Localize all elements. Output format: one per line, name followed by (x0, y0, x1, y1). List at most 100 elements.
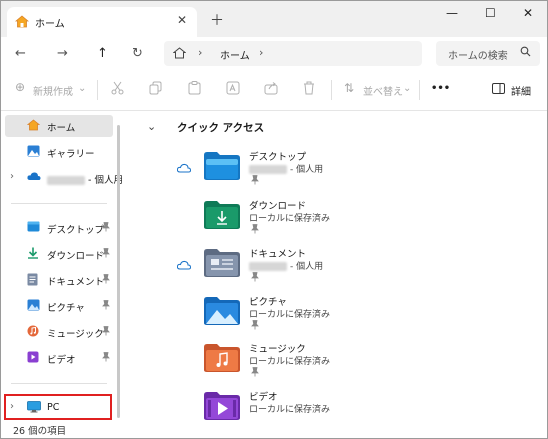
sidebar-divider (11, 203, 107, 204)
quick-access-item-desktop[interactable]: デスクトップ - 個人用 (173, 151, 473, 197)
more-options-button[interactable]: ••• (431, 83, 450, 94)
pin-icon[interactable] (102, 248, 110, 261)
paste-icon[interactable] (188, 81, 201, 98)
pin-icon (251, 320, 259, 333)
quick-access-item-pictures[interactable]: ピクチャ ローカルに保存済み (173, 296, 473, 342)
cut-icon[interactable] (111, 81, 124, 98)
pictures-icon (27, 299, 40, 314)
sidebar-item-gallery[interactable]: ギャラリー (5, 141, 113, 163)
search-input[interactable]: ホームの検索 (448, 47, 508, 62)
pin-icon[interactable] (102, 352, 110, 365)
new-button-label: 新規作成 (33, 87, 73, 98)
onedrive-cloud-icon (27, 171, 41, 184)
rename-icon[interactable] (226, 81, 240, 98)
toolbar-divider (419, 80, 420, 100)
delete-icon[interactable] (303, 81, 315, 98)
toolbar-divider (331, 80, 332, 100)
pc-highlight-box (4, 394, 112, 420)
sidebar-item-label: デスクトップ (47, 225, 105, 236)
refresh-button[interactable]: ↻ (132, 46, 143, 61)
item-location: - 個人用 (249, 259, 323, 272)
sidebar-item-label: ドキュメント (47, 277, 105, 288)
sort-icon: ⇅ (344, 81, 355, 95)
sidebar-divider (11, 383, 107, 384)
item-name: ミュージック (249, 344, 306, 355)
chevron-down-icon: ⌄ (78, 83, 87, 94)
home-icon (14, 15, 30, 31)
up-button[interactable]: ↑ (97, 46, 108, 61)
tab-label: ホーム (35, 19, 65, 30)
sidebar-item-music[interactable]: ミュージック (5, 321, 113, 343)
sidebar-item-home[interactable]: ホーム (5, 115, 113, 137)
sidebar-item-onedrive[interactable]: › - 個人用 (5, 167, 123, 189)
share-icon[interactable] (264, 81, 278, 98)
item-location: ローカルに保存済み (249, 405, 331, 415)
details-pane-icon (492, 83, 505, 97)
command-bar: ⊕ 新規作成 ⌄ ⇅ 並べ替え ⌄ ••• 詳細 (1, 70, 547, 111)
cloud-sync-icon (176, 260, 192, 273)
sidebar-item-desktop[interactable]: デスクトップ (5, 217, 113, 239)
tab-close-icon[interactable]: ✕ (177, 13, 187, 27)
quick-access-item-music[interactable]: ミュージック ローカルに保存済み (173, 343, 473, 389)
pin-icon (251, 367, 259, 380)
sidebar-item-documents[interactable]: ドキュメント (5, 269, 113, 291)
sidebar-item-downloads[interactable]: ダウンロード (5, 243, 113, 265)
home-icon (172, 47, 187, 62)
item-name: ピクチャ (249, 297, 287, 308)
quick-access-item-downloads[interactable]: ダウンロード ローカルに保存済み (173, 200, 473, 246)
video-folder-icon (203, 391, 241, 424)
navigation-bar: ← → ↑ ↻ › ホーム › ホームの検索 (1, 37, 547, 70)
sidebar-item-label: ビデオ (47, 355, 76, 366)
sort-label: 並べ替え (363, 87, 403, 98)
sidebar-item-label: ピクチャ (47, 303, 85, 314)
copy-icon[interactable] (149, 81, 162, 98)
maximize-button[interactable]: ☐ (485, 6, 496, 20)
search-box[interactable]: ホームの検索 (436, 41, 540, 66)
item-location: ローカルに保存済み (249, 214, 331, 224)
sidebar-item-pictures[interactable]: ピクチャ (5, 295, 113, 317)
chevron-right-icon[interactable]: › (10, 171, 14, 182)
pin-icon[interactable] (102, 222, 110, 235)
pin-icon[interactable] (102, 274, 110, 287)
minimize-button[interactable]: — (446, 6, 458, 20)
status-item-count: 26 個の項目 (13, 426, 67, 437)
close-window-button[interactable]: ✕ (523, 6, 533, 20)
item-name: デスクトップ (249, 152, 307, 163)
breadcrumb-home[interactable]: ホーム (220, 47, 250, 62)
music-icon (27, 325, 39, 340)
sidebar-item-label: ミュージック (47, 329, 104, 340)
navigation-pane: ホーム ギャラリー › - 個人用 デスクトップ ダウンロード ドキュメント ピ… (1, 111, 123, 423)
forward-button[interactable]: → (57, 46, 68, 61)
redacted-name (47, 176, 85, 185)
sidebar-item-videos[interactable]: ビデオ (5, 347, 113, 369)
details-label: 詳細 (511, 87, 531, 98)
title-bar: ホーム ✕ ＋ — ☐ ✕ (1, 1, 547, 37)
pin-icon[interactable] (102, 300, 110, 313)
gallery-icon (27, 145, 40, 160)
quick-access-item-documents[interactable]: ドキュメント - 個人用 (173, 248, 473, 294)
item-location: - 個人用 (249, 162, 323, 175)
new-tab-button[interactable]: ＋ (210, 10, 224, 30)
pictures-folder-icon (203, 296, 241, 329)
redacted-name (249, 262, 287, 271)
content-pane: ⌄ クイック アクセス デスクトップ - 個人用 ダウンロード ローカルに保存済… (125, 111, 547, 438)
music-folder-icon (203, 343, 241, 376)
desktop-folder-icon (27, 221, 40, 235)
chevron-right-icon[interactable]: › (259, 46, 263, 59)
quick-access-item-videos[interactable]: ビデオ ローカルに保存済み (173, 391, 473, 437)
sidebar-item-label: ギャラリー (47, 149, 95, 160)
item-location: ローカルに保存済み (249, 357, 331, 367)
item-name: ダウンロード (249, 201, 307, 212)
pin-icon[interactable] (102, 326, 110, 339)
tab-home[interactable]: ホーム ✕ (7, 7, 197, 37)
pin-icon (251, 175, 259, 188)
pin-icon (251, 272, 259, 285)
nav-pane-scrollbar[interactable] (117, 125, 120, 418)
address-bar[interactable]: › ホーム › (164, 41, 422, 66)
chevron-right-icon[interactable]: › (198, 46, 202, 59)
chevron-down-icon[interactable]: ⌄ (147, 120, 156, 133)
back-button[interactable]: ← (15, 46, 26, 61)
toolbar-divider (97, 80, 98, 100)
quick-access-heading[interactable]: クイック アクセス (177, 120, 264, 135)
sidebar-item-label: ホーム (47, 123, 76, 134)
